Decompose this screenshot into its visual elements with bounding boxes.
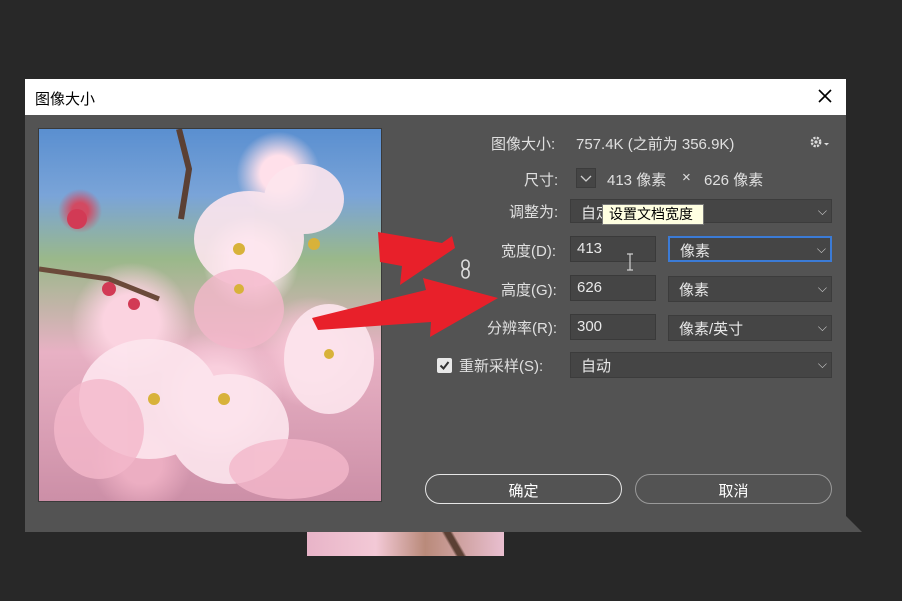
chevron-down-icon: ⌵ — [817, 204, 827, 218]
dimensions-dropdown-toggle[interactable] — [576, 168, 596, 188]
resample-value: 自动 — [581, 358, 612, 375]
width-tooltip: 设置文档宽度 — [602, 204, 704, 225]
resolution-label: 分辨率(R): — [487, 320, 557, 337]
resample-checkbox[interactable] — [437, 358, 452, 373]
width-unit-select[interactable]: 像素 ⌵ — [668, 236, 832, 262]
chevron-down-icon: ⌵ — [817, 357, 827, 371]
image-size-value: 757.4K (之前为 356.9K) — [576, 136, 735, 153]
height-unit-select[interactable]: 像素 ⌵ — [668, 276, 832, 302]
cherry-blossom-image — [39, 129, 374, 499]
link-constrain-icon[interactable] — [459, 258, 473, 285]
dialog-corner-tail — [846, 516, 862, 532]
text-cursor-icon — [626, 253, 634, 276]
gear-icon[interactable] — [809, 134, 831, 155]
cancel-button[interactable]: 取消 — [635, 474, 832, 504]
resample-select[interactable]: 自动 ⌵ — [570, 352, 832, 378]
height-unit-value: 像素 — [679, 282, 710, 299]
dialog-titlebar: 图像大小 — [25, 79, 846, 115]
image-size-label: 图像大小: — [491, 136, 556, 153]
image-preview[interactable] — [38, 128, 382, 502]
resolution-unit-value: 像素/英寸 — [679, 321, 744, 338]
image-size-dialog: 图像大小 图像大小: 757.4K (之前为 356.9K) 尺寸: 413 像… — [25, 79, 846, 532]
resolution-input[interactable]: 300 — [570, 314, 656, 340]
close-icon[interactable] — [814, 85, 836, 107]
width-input[interactable]: 413 — [570, 236, 656, 262]
resolution-unit-select[interactable]: 像素/英寸 ⌵ — [668, 315, 832, 341]
dialog-title: 图像大小 — [35, 91, 96, 108]
dimensions-label: 尺寸: — [524, 172, 559, 189]
dimensions-height: 626 像素 — [704, 172, 764, 189]
checkmark-icon — [439, 361, 450, 371]
ok-button[interactable]: 确定 — [425, 474, 622, 504]
chevron-down-icon — [580, 175, 592, 182]
height-input[interactable]: 626 — [570, 275, 656, 301]
width-label: 宽度(D): — [501, 243, 556, 260]
chevron-down-icon: ⌵ — [816, 242, 826, 256]
resample-label: 重新采样(S): — [459, 358, 544, 375]
width-unit-value: 像素 — [680, 243, 711, 260]
fit-to-label: 调整为: — [509, 204, 559, 221]
chevron-down-icon: ⌵ — [817, 281, 827, 295]
dimensions-width: 413 像素 — [607, 172, 667, 189]
chevron-down-icon: ⌵ — [817, 320, 827, 334]
dimensions-times: × — [682, 169, 691, 186]
height-label: 高度(G): — [501, 282, 557, 299]
